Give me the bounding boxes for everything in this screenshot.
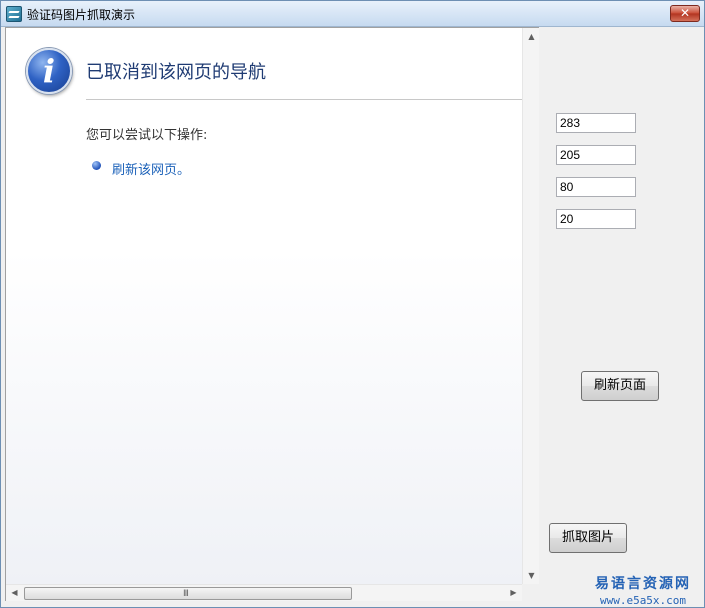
suggestion-text: 您可以尝试以下操作: [86, 128, 208, 143]
page-heading: 已取消到该网页的导航 [86, 62, 266, 83]
info-icon: i [26, 48, 72, 94]
capture-image-button[interactable]: 抓取图片 [549, 523, 627, 553]
window-title: 验证码图片抓取演示 [27, 8, 136, 22]
web-browser-control[interactable]: i 已取消到该网页的导航 您可以尝试以下操作: 刷新该网页。 ▲ ▼ ◀ III… [5, 27, 539, 601]
scroll-left-icon[interactable]: ◀ [6, 585, 23, 602]
horizontal-scrollbar[interactable]: ◀ III ▶ [6, 584, 522, 601]
grip-icon: III [183, 589, 189, 599]
width-field[interactable] [556, 177, 636, 197]
watermark-url: www.e5a5x.com [599, 594, 687, 607]
coord-y-field[interactable] [556, 145, 636, 165]
navigation-canceled-page: i 已取消到该网页的导航 您可以尝试以下操作: 刷新该网页。 [6, 28, 522, 584]
scroll-up-icon[interactable]: ▲ [523, 28, 540, 45]
bullet-icon [92, 161, 101, 170]
watermark: 易语言资源网 www.e5a5x.com [583, 573, 703, 607]
scroll-down-icon[interactable]: ▼ [523, 567, 540, 584]
main-window: 验证码图片抓取演示 ✕ i 已取消到该网页的导航 您可以尝试以下操作: 刷新该网… [0, 0, 705, 608]
scrollbar-corner [522, 584, 539, 601]
scrollbar-thumb[interactable]: III [24, 587, 352, 600]
vertical-scrollbar[interactable]: ▲ ▼ [522, 28, 539, 584]
watermark-text: 易语言资源网 [595, 576, 691, 592]
coord-x-field[interactable] [556, 113, 636, 133]
divider [86, 99, 522, 100]
scroll-right-icon[interactable]: ▶ [505, 585, 522, 602]
app-icon [6, 6, 22, 22]
close-button[interactable]: ✕ [670, 5, 700, 22]
title-bar[interactable]: 验证码图片抓取演示 ✕ [1, 1, 704, 27]
height-field[interactable] [556, 209, 636, 229]
refresh-link[interactable]: 刷新该网页。 [112, 159, 190, 178]
refresh-page-button[interactable]: 刷新页面 [581, 371, 659, 401]
